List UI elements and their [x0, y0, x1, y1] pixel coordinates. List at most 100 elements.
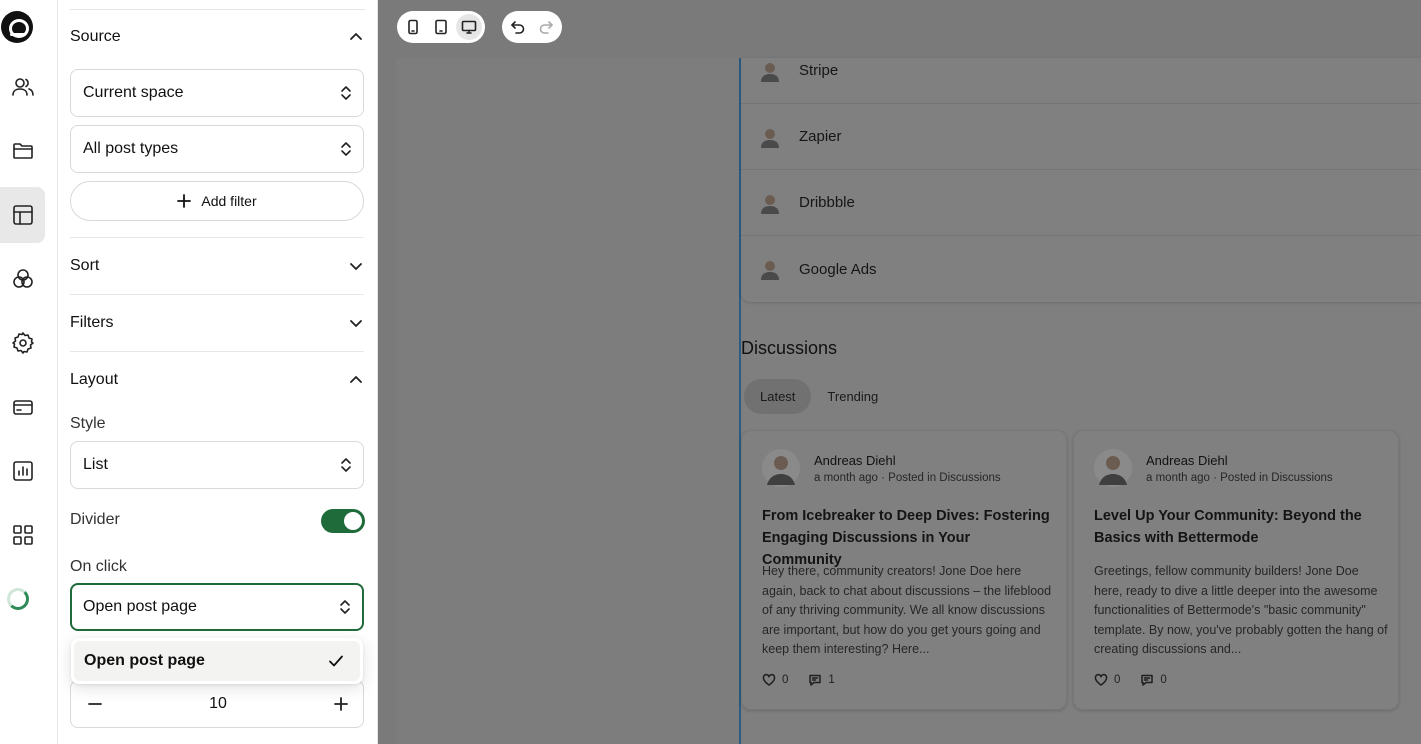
billing-card-icon[interactable] [0, 379, 45, 435]
post-author[interactable]: Andreas Diehl [814, 453, 1001, 468]
comment-count: 0 [1160, 674, 1167, 686]
space-select[interactable]: Current space [70, 69, 364, 117]
on-click-dropdown-menu: Open post page [71, 638, 363, 684]
layout-icon[interactable] [0, 187, 45, 243]
chevron-up-down-icon [341, 142, 351, 156]
post-author[interactable]: Andreas Diehl [1146, 453, 1333, 468]
redo-icon [539, 21, 553, 34]
list-item-name: Zapier [799, 128, 842, 145]
chevron-up-icon [350, 33, 362, 40]
post-header: Andreas Diehl a month ago · Posted in Di… [1094, 449, 1333, 487]
post-card[interactable]: Andreas Diehl a month ago · Posted in Di… [741, 430, 1067, 710]
heart-icon[interactable] [762, 673, 776, 687]
post-title[interactable]: Level Up Your Community: Beyond the Basi… [1094, 505, 1384, 549]
source-section-header[interactable]: Source [70, 23, 364, 51]
heart-icon[interactable] [1094, 673, 1108, 687]
count-stepper: 10 [70, 680, 364, 728]
avatar [762, 449, 800, 487]
apps-circles-icon[interactable] [0, 251, 45, 307]
post-excerpt: Greetings, fellow community builders! Jo… [1094, 564, 1388, 656]
redo-button[interactable] [533, 14, 559, 40]
list-item-name: Dribbble [799, 194, 855, 211]
tablet-view-button[interactable] [428, 14, 454, 40]
chevron-up-down-icon [341, 86, 351, 100]
post-stats: 0 0 [1094, 673, 1167, 687]
avatar [761, 261, 779, 280]
app-logo-icon[interactable] [1, 11, 33, 43]
loading-spinner-icon [7, 588, 29, 610]
select-value: All post types [83, 140, 179, 157]
mobile-view-button[interactable] [400, 14, 426, 40]
list-item[interactable]: Zapier [741, 104, 1421, 170]
add-filter-button[interactable]: Add filter [70, 181, 364, 221]
avatar [1094, 449, 1132, 487]
desktop-view-button[interactable] [456, 14, 482, 40]
layout-section-header[interactable]: Layout [70, 366, 364, 394]
section-title: Sort [70, 257, 100, 274]
avatar [761, 128, 779, 148]
divider [70, 294, 364, 295]
button-label: Add filter [201, 193, 257, 209]
filters-section-header[interactable]: Filters [70, 309, 364, 337]
preview-page: Stripe Zapier Dribbble Google Ads Discus… [739, 58, 1421, 744]
list-item-name: Google Ads [799, 260, 877, 278]
chevron-down-icon [350, 320, 362, 327]
minus-icon[interactable] [87, 696, 103, 712]
desktop-icon [461, 20, 477, 34]
post-types-select[interactable]: All post types [70, 125, 364, 173]
like-count: 0 [782, 674, 789, 686]
mobile-icon [408, 19, 418, 35]
divider [70, 237, 364, 238]
tab-latest[interactable]: Latest [744, 379, 812, 414]
select-value: List [83, 456, 108, 473]
section-title: Filters [70, 314, 114, 331]
chevron-up-icon [350, 376, 362, 383]
page-left-column [396, 58, 740, 744]
on-click-label: On click [70, 558, 127, 575]
tab-trending[interactable]: Trending [811, 379, 894, 414]
chevron-up-down-icon [341, 458, 351, 472]
chevron-up-down-icon [340, 600, 350, 614]
folder-icon[interactable] [0, 123, 45, 179]
list-item[interactable]: Google Ads [741, 236, 1421, 302]
analytics-chart-icon[interactable] [0, 443, 45, 499]
apps-grid-icon[interactable] [0, 507, 45, 563]
dropdown-option-open-post-page[interactable]: Open post page [74, 641, 360, 681]
discussions-heading: Discussions [741, 338, 838, 358]
divider-label: Divider [70, 511, 120, 528]
undo-button[interactable] [505, 14, 531, 40]
style-label: Style [70, 415, 106, 432]
preview-canvas: Stripe Zapier Dribbble Google Ads Discus… [378, 0, 1421, 744]
list-item-name: Stripe [799, 62, 839, 79]
comment-icon[interactable] [1140, 673, 1154, 687]
settings-gear-icon[interactable] [0, 315, 45, 371]
discussions-tabs: Latest Trending [744, 379, 894, 414]
undo-icon [511, 21, 525, 34]
divider-toggle[interactable] [321, 509, 365, 533]
block-settings-panel: Source Current space All post types Add … [58, 0, 378, 744]
like-count: 0 [1114, 674, 1121, 686]
divider [70, 351, 364, 352]
post-meta: a month ago · Posted in Discussions [1146, 471, 1333, 484]
post-excerpt: Hey there, community creators! Jone Doe … [762, 564, 1052, 656]
icon-rail [0, 0, 58, 744]
section-title: Source [70, 28, 121, 45]
select-value: Current space [83, 84, 184, 101]
list-item[interactable]: Dribbble [741, 170, 1421, 236]
divider [70, 9, 365, 10]
style-select[interactable]: List [70, 441, 364, 489]
on-click-select[interactable]: Open post page [70, 583, 364, 631]
list-item[interactable]: Stripe [741, 38, 1421, 104]
comment-icon[interactable] [808, 673, 822, 687]
section-title: Layout [70, 371, 119, 388]
avatar [761, 194, 779, 214]
plus-icon [177, 194, 192, 208]
members-icon[interactable] [0, 59, 45, 115]
sort-section-header[interactable]: Sort [70, 252, 364, 280]
count-value[interactable]: 10 [209, 695, 227, 713]
tablet-icon [435, 19, 447, 35]
post-card[interactable]: Andreas Diehl a month ago · Posted in Di… [1073, 430, 1399, 710]
post-header: Andreas Diehl a month ago · Posted in Di… [762, 449, 1001, 487]
plus-icon[interactable] [333, 696, 349, 712]
post-stats: 0 1 [762, 673, 835, 687]
